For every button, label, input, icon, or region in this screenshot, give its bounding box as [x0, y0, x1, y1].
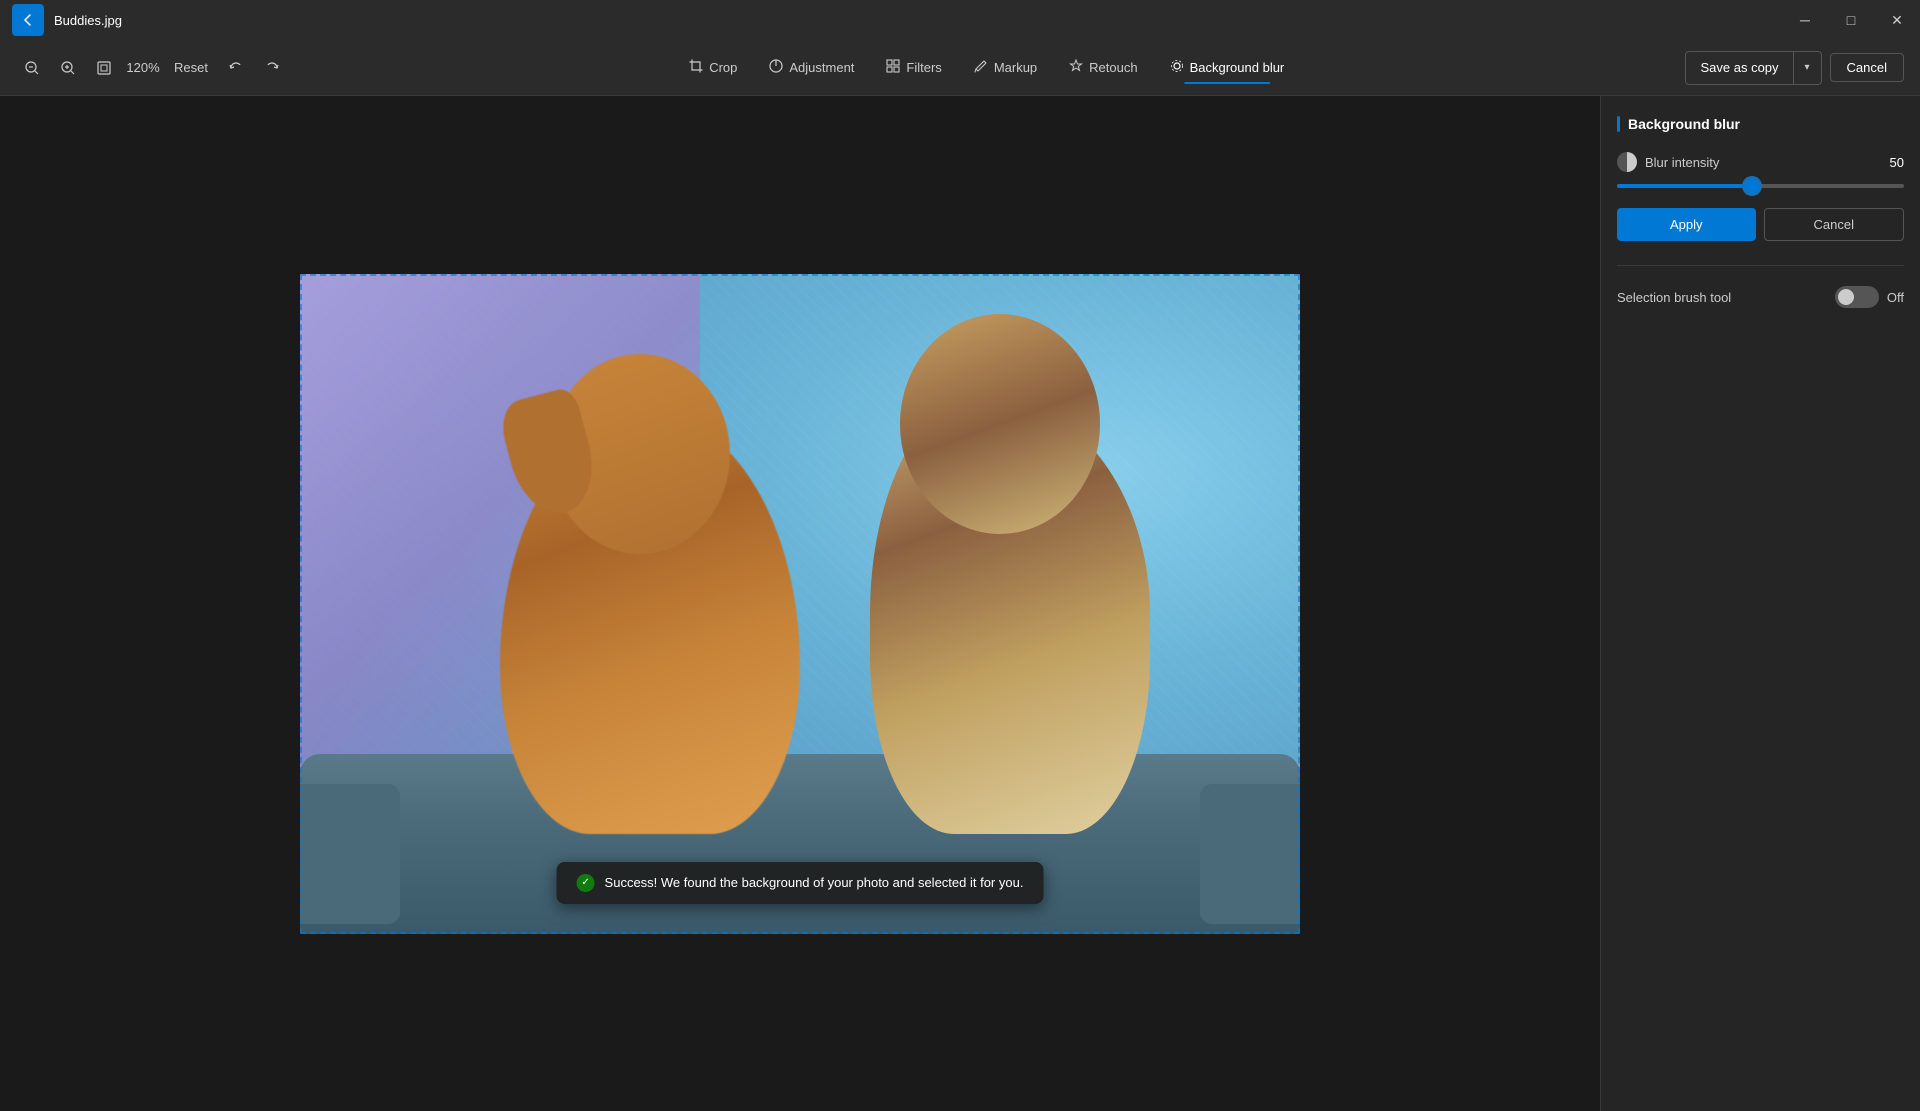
fit-view-button[interactable] [88, 52, 120, 84]
blur-slider-thumb[interactable] [1744, 178, 1760, 194]
panel-action-buttons: Apply Cancel [1617, 208, 1904, 241]
toast-check-icon: ✓ [577, 874, 595, 892]
zoom-out-button[interactable] [16, 52, 48, 84]
filters-label: Filters [906, 60, 941, 75]
dog-left [500, 414, 800, 834]
blur-slider-fill [1617, 184, 1752, 188]
retouch-label: Retouch [1089, 60, 1137, 75]
markup-label: Markup [994, 60, 1037, 75]
toggle-state-label: Off [1887, 290, 1904, 305]
undo-button[interactable] [220, 52, 252, 84]
blur-intensity-value: 50 [1880, 155, 1904, 170]
selection-brush-row: Selection brush tool Off [1617, 286, 1904, 308]
crop-label: Crop [709, 60, 737, 75]
toolbar-cancel-button[interactable]: Cancel [1830, 53, 1904, 82]
main-content: ✓ Success! We found the background of yo… [0, 96, 1920, 1111]
adjustment-tool-button[interactable]: Adjustment [755, 53, 868, 82]
markup-tool-button[interactable]: Markup [960, 53, 1051, 82]
toolbar-right: Save as copy ▾ Cancel [1685, 51, 1904, 85]
photo-sofa [300, 754, 1300, 934]
reset-button[interactable]: Reset [166, 56, 216, 79]
zoom-level: 120% [124, 60, 162, 75]
adjustment-label: Adjustment [789, 60, 854, 75]
toggle-thumb [1838, 289, 1854, 305]
markup-icon [974, 59, 988, 76]
close-button[interactable]: ✕ [1874, 0, 1920, 40]
photo-background [300, 274, 1300, 934]
panel-title-text: Background blur [1628, 116, 1740, 132]
title-bar: Buddies.jpg ─ □ ✕ [0, 0, 1920, 40]
dog-right [870, 394, 1150, 834]
panel-cancel-button[interactable]: Cancel [1764, 208, 1905, 241]
zoom-controls: 120% Reset [16, 52, 288, 84]
image-container: ✓ Success! We found the background of yo… [300, 274, 1300, 934]
selection-brush-toggle[interactable] [1835, 286, 1879, 308]
blur-intensity-row: Blur intensity 50 [1617, 152, 1904, 172]
photo-canvas [300, 274, 1300, 934]
retouch-tool-button[interactable]: Retouch [1055, 53, 1151, 82]
save-as-copy-group: Save as copy ▾ [1685, 51, 1821, 85]
maximize-button[interactable]: □ [1828, 0, 1874, 40]
back-button[interactable] [12, 4, 44, 36]
toast-message: Success! We found the background of your… [605, 875, 1024, 890]
background-blur-label: Background blur [1190, 60, 1285, 75]
zoom-in-button[interactable] [52, 52, 84, 84]
selection-brush-toggle-container: Off [1835, 286, 1904, 308]
redo-button[interactable] [256, 52, 288, 84]
window-controls: ─ □ ✕ [1782, 0, 1920, 40]
filters-icon [886, 59, 900, 76]
selection-brush-label: Selection brush tool [1617, 290, 1731, 305]
retouch-icon [1069, 59, 1083, 76]
canvas-area: ✓ Success! We found the background of yo… [0, 96, 1600, 1111]
panel-title: Background blur [1617, 116, 1904, 132]
background-blur-icon [1170, 59, 1184, 76]
save-as-copy-dropdown-button[interactable]: ▾ [1793, 52, 1821, 84]
apply-button[interactable]: Apply [1617, 208, 1756, 241]
filters-tool-button[interactable]: Filters [872, 53, 955, 82]
tool-buttons: Crop Adjustment Filters [296, 53, 1678, 82]
blur-intensity-icon [1617, 152, 1637, 172]
panel-divider [1617, 265, 1904, 266]
crop-tool-button[interactable]: Crop [675, 53, 751, 82]
crop-icon [689, 59, 703, 76]
adjustment-icon [769, 59, 783, 76]
blur-slider-container[interactable] [1617, 184, 1904, 188]
save-as-copy-button[interactable]: Save as copy [1686, 54, 1792, 81]
success-toast: ✓ Success! We found the background of yo… [557, 862, 1044, 904]
blur-intensity-label: Blur intensity [1645, 155, 1872, 170]
background-blur-tool-button[interactable]: Background blur [1156, 53, 1299, 82]
minimize-button[interactable]: ─ [1782, 0, 1828, 40]
toolbar: 120% Reset Crop [0, 40, 1920, 96]
right-panel: Background blur Blur intensity 50 Apply … [1600, 96, 1920, 1111]
blur-slider-track[interactable] [1617, 184, 1904, 188]
title-filename: Buddies.jpg [54, 13, 122, 28]
